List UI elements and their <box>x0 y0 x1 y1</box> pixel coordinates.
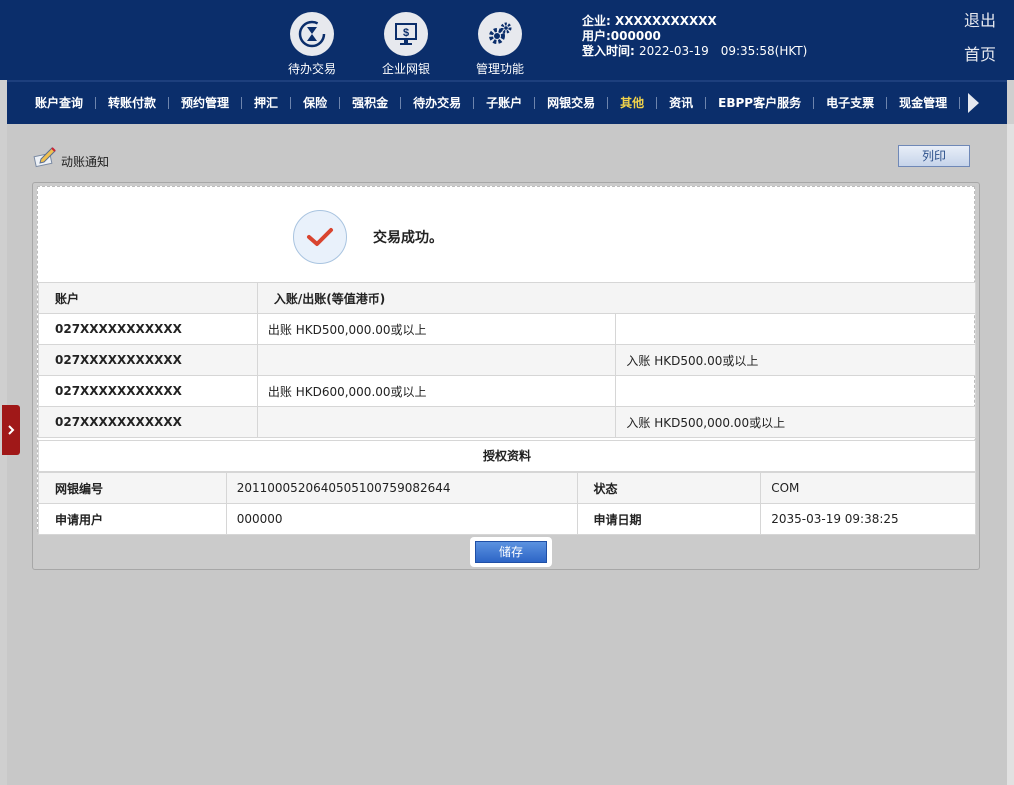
nav-item-pending[interactable]: 待办交易 <box>401 97 475 109</box>
header-in-out: 入账/出账(等值港币) <box>256 282 977 314</box>
quick-link-label: 管理功能 <box>475 62 524 76</box>
nav-item-ebpp[interactable]: EBPP客户服务 <box>706 97 815 109</box>
nav-item-mpf[interactable]: 强积金 <box>340 97 402 109</box>
quick-link-management[interactable]: 管理功能 <box>460 12 540 77</box>
table-row: 027XXXXXXXXXXX 入账 HKD500,000.00或以上 <box>38 406 976 438</box>
table-header-row: 账户 入账/出账(等值港币) <box>38 282 977 314</box>
ebank-no-label: 网银编号 <box>38 472 227 504</box>
transaction-table: 账户 入账/出账(等值港币) 027XXXXXXXXXXX 出账 HKD500,… <box>38 282 977 438</box>
gears-icon <box>478 12 522 56</box>
save-button[interactable]: 储存 <box>475 541 547 563</box>
nav-item-ebank-transactions[interactable]: 网银交易 <box>535 97 609 109</box>
pencil-note-icon <box>33 147 56 168</box>
home-link[interactable]: 首页 <box>964 41 996 65</box>
nav-item-transfer[interactable]: 转账付款 <box>96 97 170 109</box>
company-name: 企业: XXXXXXXXXXX <box>582 14 717 28</box>
table-row: 027XXXXXXXXXXX 入账 HKD500.00或以上 <box>38 344 976 376</box>
status-value: COM <box>760 472 976 504</box>
save-button-frame: 储存 <box>470 537 552 567</box>
table-row: 027XXXXXXXXXXX 出账 HKD600,000.00或以上 <box>38 375 976 407</box>
nav-item-sub-account[interactable]: 子账户 <box>474 97 536 109</box>
authorization-table: 网银编号 20110005206405051007590826​44 状态 CO… <box>38 472 976 535</box>
login-time: 登入时间: 2022-03-19 09:35:58(HKT) <box>582 44 807 59</box>
status-label: 状态 <box>576 472 762 504</box>
print-button[interactable]: 列印 <box>898 145 970 167</box>
nav-item-bills[interactable]: 押汇 <box>242 97 292 109</box>
success-message: 交易成功。 <box>373 230 443 246</box>
nav-item-scheduled[interactable]: 预约管理 <box>169 97 243 109</box>
logout-link[interactable]: 退出 <box>964 7 996 31</box>
quick-link-pending[interactable]: 待办交易 <box>272 12 352 77</box>
nav-item-cash-management[interactable]: 现金管理 <box>887 97 961 109</box>
account-number: 027XXXXXXXXXXX <box>38 344 258 376</box>
quick-link-corporate-banking[interactable]: $ 企业网银 <box>366 12 446 77</box>
apply-date-label: 申请日期 <box>576 503 762 535</box>
authorization-title: 授权资料 <box>38 440 976 472</box>
outgoing-amount: 出账 HKD600,000.00或以上 <box>256 375 617 407</box>
svg-text:$: $ <box>403 27 409 39</box>
nav-item-others[interactable]: 其他 <box>608 97 658 109</box>
account-number: 027XXXXXXXXXXX <box>38 406 258 438</box>
vertical-scrollbar[interactable] <box>1007 124 1014 785</box>
apply-date-value: 2035-03-19 09:38:25 <box>760 503 976 535</box>
quick-link-label: 待办交易 <box>287 62 336 76</box>
applicant-label: 申请用户 <box>38 503 227 535</box>
nav-scroll-right-icon[interactable] <box>968 93 980 113</box>
login-time-value: 2022-03-19 09:35:58(HKT) <box>639 44 808 58</box>
quick-link-label: 企业网银 <box>381 62 430 76</box>
table-row: 027XXXXXXXXXXX 出账 HKD500,000.00或以上 <box>38 313 976 345</box>
user-id: 用户:000000 <box>582 29 661 43</box>
nav-item-account-inquiry[interactable]: 账户查询 <box>23 97 97 109</box>
auth-row: 网银编号 20110005206405051007590826​44 状态 CO… <box>38 472 976 504</box>
side-panel-toggle[interactable] <box>2 405 20 455</box>
incoming-amount: 入账 HKD500.00或以上 <box>615 344 976 376</box>
top-header: 待办交易 $ 企业网银 管理功能 企业: XXXXXXXXXXX 用户:0000… <box>0 0 1014 80</box>
outgoing-amount <box>256 344 617 376</box>
incoming-amount <box>615 375 976 407</box>
content-area: 动账通知 列印 交易成功。 账户 入账/出账(等值港币) 027XXXXXXXX… <box>7 124 1007 785</box>
checkmark-icon <box>293 210 347 264</box>
nav-item-insurance[interactable]: 保险 <box>291 97 341 109</box>
account-number: 027XXXXXXXXXXX <box>38 375 258 407</box>
outgoing-amount <box>256 406 617 438</box>
incoming-amount <box>615 313 976 345</box>
success-banner: 交易成功。 <box>293 210 443 264</box>
chevron-right-icon <box>8 425 15 435</box>
account-number: 027XXXXXXXXXXX <box>38 313 258 345</box>
main-nav: 账户查询 转账付款 预约管理 押汇 保险 强积金 待办交易 子账户 网银交易 其… <box>7 80 1007 124</box>
header-account: 账户 <box>38 282 258 314</box>
nav-item-echeque[interactable]: 电子支票 <box>814 97 888 109</box>
session-info: 企业: XXXXXXXXXXX 用户:000000 登入时间: 2022-03-… <box>582 14 807 59</box>
applicant-value: 000000 <box>225 503 578 535</box>
nav-item-news[interactable]: 资讯 <box>657 97 707 109</box>
login-time-label: 登入时间: <box>582 44 635 58</box>
incoming-amount: 入账 HKD500,000.00或以上 <box>615 406 976 438</box>
auth-row: 申请用户 000000 申请日期 2035-03-19 09:38:25 <box>38 503 976 535</box>
hourglass-icon <box>290 12 334 56</box>
outgoing-amount: 出账 HKD500,000.00或以上 <box>256 313 617 345</box>
monitor-dollar-icon: $ <box>384 12 428 56</box>
ebank-no-value: 20110005206405051007590826​44 <box>225 472 578 504</box>
result-inner: 交易成功。 账户 入账/出账(等值港币) 027XXXXXXXXXXX 出账 H… <box>37 186 977 535</box>
result-panel: 交易成功。 账户 入账/出账(等值港币) 027XXXXXXXXXXX 出账 H… <box>32 182 980 570</box>
page-title-text: 动账通知 <box>61 155 110 169</box>
page-title: 动账通知 <box>33 144 110 169</box>
